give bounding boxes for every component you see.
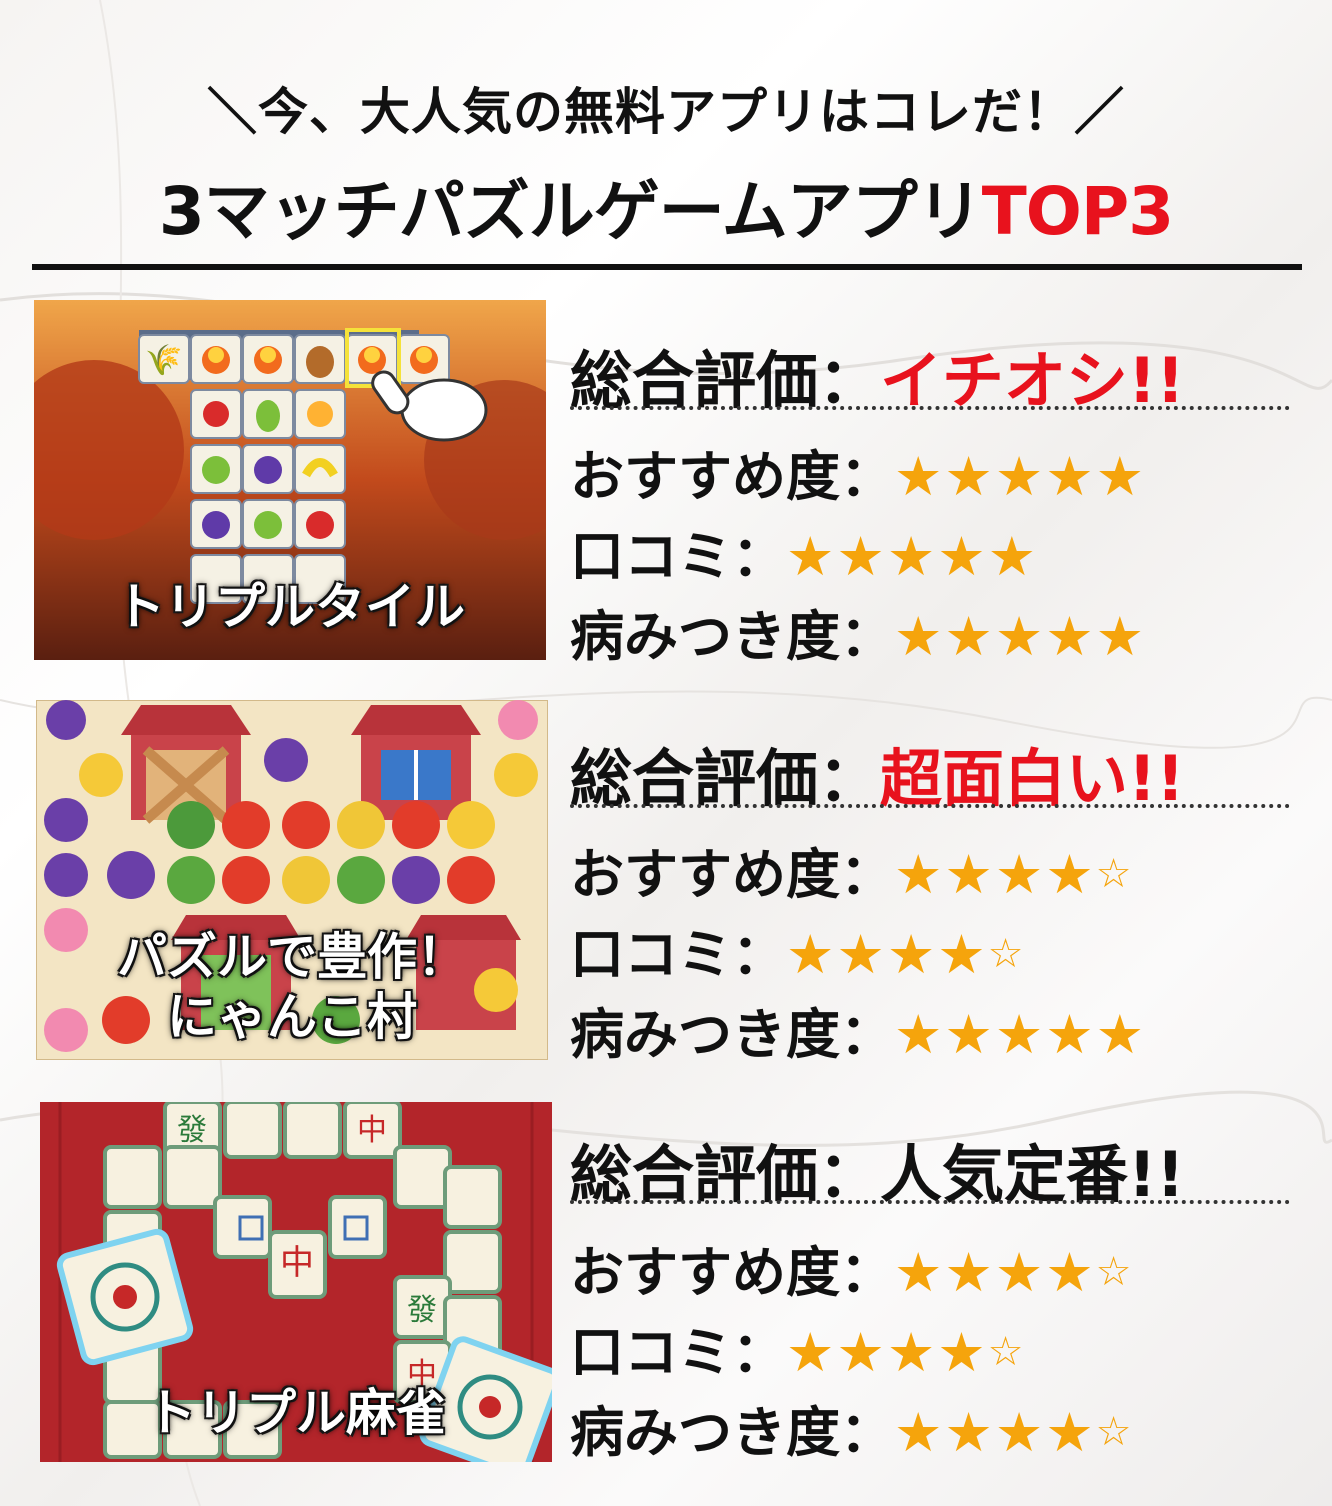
addictive-label: 病みつき度： bbox=[570, 605, 894, 668]
reviews-row: 口コミ：★★★★★ bbox=[570, 512, 1038, 591]
tile-stack-top: 🌾 bbox=[138, 328, 450, 388]
addictive-row: 病みつき度：★★★★★ bbox=[570, 990, 1146, 1069]
recommend-label: おすすめ度： bbox=[570, 843, 894, 906]
reviews-label: 口コミ： bbox=[570, 1321, 786, 1384]
filled-stars: ★★★★ bbox=[786, 923, 988, 986]
filled-stars: ★★★★★ bbox=[786, 525, 1039, 588]
reviews-label: 口コミ： bbox=[570, 525, 786, 588]
reviews-stars: ★★★★☆ bbox=[786, 923, 1026, 986]
svg-text:中: 中 bbox=[357, 1113, 387, 1148]
dotted-divider bbox=[570, 1200, 1290, 1204]
filled-stars: ★★★★★ bbox=[894, 1003, 1147, 1066]
addictive-label: 病みつき度： bbox=[570, 1401, 894, 1464]
empty-stars: ☆ bbox=[987, 931, 1026, 977]
svg-text:中: 中 bbox=[280, 1243, 314, 1283]
recommend-label: おすすめ度： bbox=[570, 1241, 894, 1304]
reviews-row: 口コミ：★★★★☆ bbox=[570, 1308, 1026, 1387]
reviews-row: 口コミ：★★★★☆ bbox=[570, 910, 1026, 989]
filled-stars: ★★★★★ bbox=[894, 605, 1147, 668]
app-caption-line2: にゃんこ村 bbox=[167, 988, 417, 1046]
recommend-stars: ★★★★☆ bbox=[894, 1241, 1134, 1304]
filled-stars: ★★★★★ bbox=[894, 445, 1147, 508]
filled-stars: ★★★★ bbox=[894, 1401, 1096, 1464]
recommend-label: おすすめ度： bbox=[570, 445, 894, 508]
filled-stars: ★★★★ bbox=[786, 1321, 988, 1384]
recommend-stars: ★★★★☆ bbox=[894, 843, 1134, 906]
addictive-row: 病みつき度：★★★★★ bbox=[570, 592, 1146, 671]
app-caption: トリプルタイル bbox=[115, 578, 465, 636]
recommend-row: おすすめ度：★★★★☆ bbox=[570, 830, 1134, 909]
addictive-stars: ★★★★★ bbox=[894, 605, 1146, 668]
recommend-row: おすすめ度：★★★★★ bbox=[570, 432, 1146, 511]
dotted-divider bbox=[570, 406, 1290, 410]
glowing-tile-icon bbox=[56, 1228, 194, 1366]
reviews-label: 口コミ： bbox=[570, 923, 786, 986]
addictive-stars: ★★★★★ bbox=[894, 1003, 1146, 1066]
addictive-label: 病みつき度： bbox=[570, 1003, 894, 1066]
app-caption-line1: パズルで豊作！ bbox=[117, 928, 467, 986]
page-title: 3マッチパズルゲームアプリTOP3 bbox=[0, 158, 1332, 254]
svg-text:🌾: 🌾 bbox=[145, 343, 182, 378]
dotted-divider bbox=[570, 804, 1290, 808]
title-main: 3マッチパズルゲームアプリ bbox=[158, 173, 983, 250]
app-image-triple-mahjong[interactable]: 發 中 中 發 中 トリプル麻雀 bbox=[40, 1102, 552, 1462]
title-accent: TOP3 bbox=[981, 173, 1174, 250]
header-subtitle: ＼今、大人気の無料アプリはコレだ！／ bbox=[207, 83, 1125, 141]
app-image-nyanko-village[interactable]: パズルで豊作！ にゃんこ村 bbox=[36, 700, 548, 1060]
reviews-stars: ★★★★☆ bbox=[786, 1321, 1026, 1384]
svg-text:發: 發 bbox=[407, 1293, 437, 1328]
filled-stars: ★★★★ bbox=[894, 843, 1096, 906]
empty-stars: ☆ bbox=[1095, 1409, 1134, 1455]
reviews-stars: ★★★★★ bbox=[786, 525, 1038, 588]
addictive-stars: ★★★★☆ bbox=[894, 1401, 1134, 1464]
filled-stars: ★★★★ bbox=[894, 1241, 1096, 1304]
app-caption: トリプル麻雀 bbox=[146, 1384, 446, 1442]
recommend-stars: ★★★★★ bbox=[894, 445, 1146, 508]
addictive-row: 病みつき度：★★★★☆ bbox=[570, 1388, 1134, 1467]
svg-text:發: 發 bbox=[177, 1113, 207, 1148]
empty-stars: ☆ bbox=[1095, 1249, 1134, 1295]
title-divider bbox=[32, 264, 1302, 270]
empty-stars: ☆ bbox=[1095, 851, 1134, 897]
empty-stars: ☆ bbox=[987, 1329, 1026, 1375]
recommend-row: おすすめ度：★★★★☆ bbox=[570, 1228, 1134, 1307]
app-image-triple-tile[interactable]: 🌾 トリプルタイル bbox=[34, 300, 546, 660]
